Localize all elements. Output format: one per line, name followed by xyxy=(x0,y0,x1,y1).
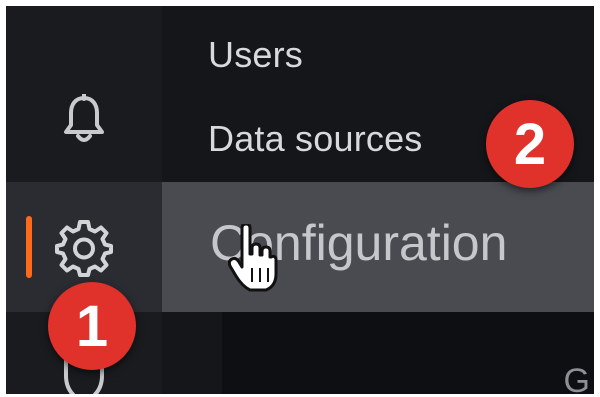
background-panel: G xyxy=(222,312,594,394)
menu-header-configuration[interactable]: Configuration xyxy=(162,182,594,312)
menu-item-users[interactable]: Users xyxy=(208,34,303,76)
screenshot-frame: Users Data sources Configuration G 1 2 xyxy=(6,6,594,394)
bell-icon xyxy=(62,94,106,146)
active-indicator xyxy=(26,216,32,278)
background-text: G xyxy=(563,362,590,394)
step-badge-1: 1 xyxy=(48,282,136,370)
sidebar-item-alerting[interactable] xyxy=(6,76,162,164)
menu-item-data-sources[interactable]: Data sources xyxy=(208,118,423,160)
gear-icon xyxy=(54,217,114,277)
step-badge-2: 2 xyxy=(486,100,574,188)
configuration-flyout-menu: Users Data sources Configuration G xyxy=(162,6,594,394)
hand-pointer-icon xyxy=(227,222,278,299)
